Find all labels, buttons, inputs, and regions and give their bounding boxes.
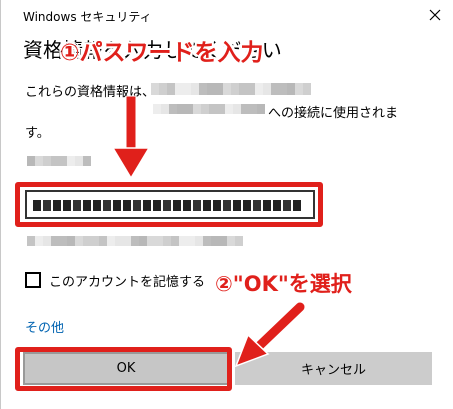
remember-account-option[interactable]: このアカウントを記憶する — [25, 270, 205, 290]
description-text-3: す。 — [25, 126, 50, 141]
redacted-server-name-1 — [151, 83, 311, 95]
dialog-heading: 資格情報を入力してください — [23, 38, 282, 62]
close-button[interactable] — [422, 2, 448, 28]
remember-label: このアカウントを記憶する — [49, 274, 206, 290]
description-text-1: これらの資格情報は、 — [25, 85, 156, 100]
password-field[interactable] — [25, 190, 315, 219]
ok-button[interactable]: OK — [23, 352, 229, 385]
more-choices-link[interactable]: その他 — [25, 317, 64, 336]
redacted-username — [27, 156, 91, 166]
remember-checkbox[interactable] — [25, 272, 41, 288]
close-icon — [429, 9, 441, 21]
redacted-domain-hint — [27, 236, 249, 246]
title-bar: Windows セキュリティ — [1, 0, 453, 30]
window-title: Windows セキュリティ — [23, 10, 152, 24]
masked-password — [33, 200, 307, 211]
redacted-server-name-2 — [153, 104, 265, 114]
description-text-2: への接続に使用されま — [268, 106, 399, 121]
credential-dialog: Windows セキュリティ 資格情報を入力してください これらの資格情報は、 … — [0, 0, 453, 409]
cancel-button[interactable]: キャンセル — [235, 352, 432, 385]
